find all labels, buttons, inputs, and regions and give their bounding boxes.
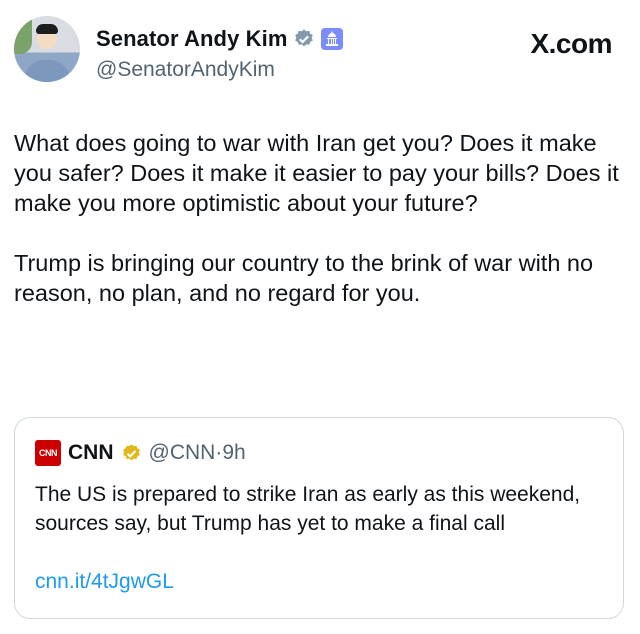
quoted-tweet-link[interactable]: cnn.it/4tJgwGL bbox=[35, 570, 174, 594]
quoted-timestamp: 9h bbox=[222, 441, 246, 464]
quoted-author-handle[interactable]: @CNN·9h bbox=[149, 441, 246, 465]
avatar[interactable] bbox=[14, 16, 80, 82]
quoted-tweet-header: CNN CNN @CNN·9h bbox=[35, 440, 246, 466]
site-label: X.com bbox=[530, 28, 612, 59]
tweet-paragraph-2: Trump is bringing our country to the bri… bbox=[14, 250, 600, 306]
quoted-tweet-card[interactable]: CNN CNN @CNN·9h The US is prepared to st… bbox=[14, 417, 624, 619]
tweet-text: What does going to war with Iran get you… bbox=[14, 128, 626, 308]
capitol-building-icon bbox=[321, 28, 344, 50]
tweet-paragraph-1: What does going to war with Iran get you… bbox=[14, 130, 626, 216]
author-name-row: Senator Andy Kim bbox=[96, 26, 344, 52]
quoted-tweet-text: The US is prepared to strike Iran as ear… bbox=[35, 483, 581, 535]
tweet-header: Senator Andy Kim @SenatorAndyKim X.com bbox=[14, 16, 626, 96]
author-handle[interactable]: @SenatorAndyKim bbox=[96, 58, 275, 82]
cnn-logo-icon: CNN bbox=[35, 440, 61, 466]
verified-government-badge-icon bbox=[295, 29, 314, 47]
quoted-author-name[interactable]: CNN bbox=[68, 441, 114, 465]
verified-gold-badge-icon bbox=[122, 443, 140, 460]
author-name[interactable]: Senator Andy Kim bbox=[96, 26, 287, 52]
